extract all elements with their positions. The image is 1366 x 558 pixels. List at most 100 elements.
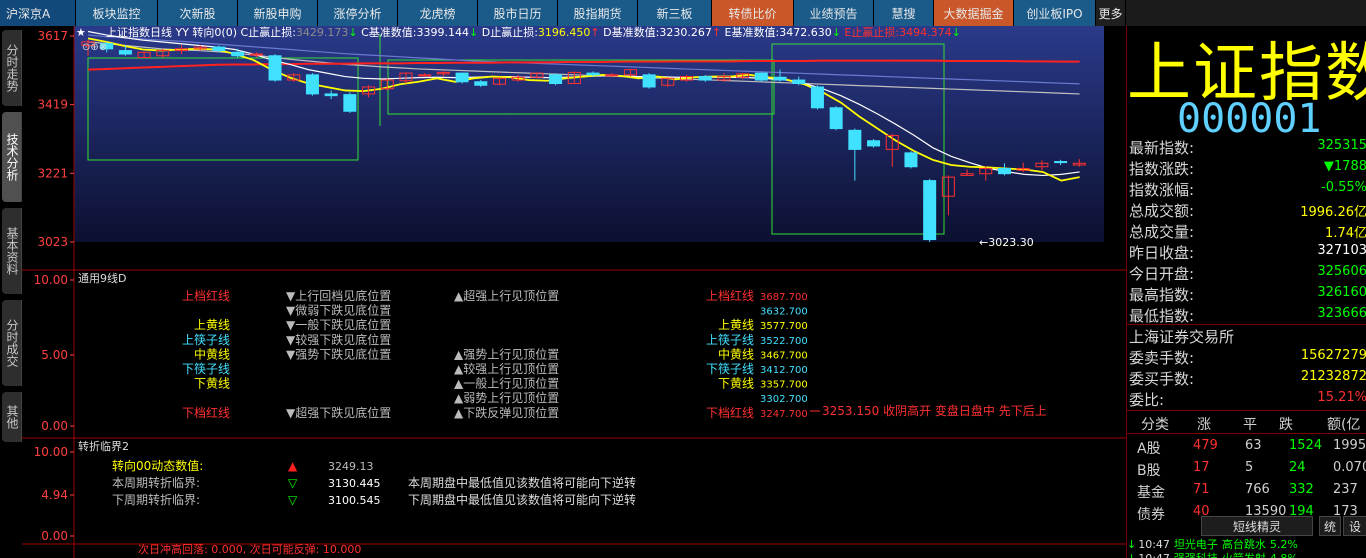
market-header-cell: 分类 <box>1141 417 1169 433</box>
header-seg: C基准数值: <box>358 26 417 39</box>
panel9-label-left: 下筷子线 <box>182 361 230 376</box>
header-seg: 3399.144 <box>417 26 470 39</box>
panel9-y-tick: 10.00 <box>34 273 68 287</box>
left-tab-0[interactable]: 分时走势 <box>2 30 22 106</box>
panel9-desc-down: ▼超强下跌见底位置 <box>286 405 391 420</box>
quote-panel: 上证指数 000001 最新指数: 325315 指数涨跌: ▼1788 指数涨幅: -0… <box>1126 26 1366 558</box>
panel9-desc-down: ▼上行回档见底位置 <box>286 288 391 303</box>
nav-tab-2[interactable]: 次新股 <box>158 0 238 26</box>
market-row: A股 479 63 1524 1995 <box>1127 435 1366 457</box>
quote-label: 今日开盘: <box>1129 265 1195 283</box>
candle <box>829 106 843 131</box>
left-tab-4[interactable]: 其他 <box>2 392 22 442</box>
tick-name: 强强科技 <box>1174 552 1218 558</box>
triangle-up-icon: ▲ <box>288 459 298 473</box>
panel9-y-tick: 5.00 <box>41 348 68 362</box>
header-seg: ↓ <box>952 26 961 39</box>
nav-tab-14[interactable]: 更多 <box>1096 0 1126 26</box>
quote-row: 指数涨幅: -0.55% <box>1127 178 1366 199</box>
panel9-value: 3632.700 <box>760 307 808 318</box>
header-seg: 3472.630 <box>779 26 832 39</box>
panel9-label-right: 上黄线 <box>718 318 754 332</box>
market-cell-flat: 766 <box>1245 482 1270 497</box>
nav-tab-4[interactable]: 涨停分析 <box>318 0 398 26</box>
header-seg: ↓ <box>348 26 357 39</box>
order-row: 委买手数: 21232872 <box>1127 367 1366 388</box>
quote-row: 最低指数: 323666 <box>1127 304 1366 325</box>
candle <box>305 73 319 96</box>
exchange-row: 上海证券交易所 <box>1127 325 1366 346</box>
panel2-y-tick: 10.00 <box>34 445 68 459</box>
quote-bottom-tab-0[interactable]: 短线精灵 <box>1201 516 1313 536</box>
panel9-label-left: 中黄线 <box>194 346 230 361</box>
panel9-desc-down: ▼一般下跌见底位置 <box>286 317 391 332</box>
nav-tab-13[interactable]: 创业板IPO <box>1014 0 1096 26</box>
panel9-label-right: 上档红线 <box>706 288 754 303</box>
nav-tab-8[interactable]: 新三板 <box>638 0 712 26</box>
market-cell-up: 17 <box>1193 460 1210 475</box>
star-icon: ★ <box>76 26 86 39</box>
candle <box>867 139 881 148</box>
nav-tab-5[interactable]: 龙虎榜 <box>398 0 478 26</box>
nav-tab-7[interactable]: 股指期货 <box>558 0 638 26</box>
panel2-row-label: 本周期转折临界: <box>112 475 200 490</box>
header-seg: YY 转向0(0) <box>172 26 241 39</box>
nav-tab-0[interactable]: 沪深京A <box>0 0 76 26</box>
quote-value: 325606 <box>1317 264 1366 279</box>
quote-bottom-tab-2[interactable]: 设 <box>1343 516 1366 536</box>
candle <box>754 72 768 82</box>
market-cell-up: 71 <box>1193 482 1210 497</box>
nav-tab-3[interactable]: 新股申购 <box>238 0 318 26</box>
panel9-label-right: 下筷子线 <box>706 361 754 376</box>
app-window: { "nav": [ {"label":"沪深京A","w":76,"style… <box>0 0 1366 558</box>
tick-row[interactable]: ↓10:47 强强科技火箭发射 4.8% <box>1127 550 1366 558</box>
panel9-label-right: 下档红线 <box>706 405 754 420</box>
chart-area: 3617 3419 3221 3023 ←3023.30 ★ 上证指数日线 YY 转向0(0… <box>22 26 1126 558</box>
panel9-desc-up: ▲强势上行见顶位置 <box>454 346 559 361</box>
low-price-label: ←3023.30 <box>979 236 1034 249</box>
quote-label: 指数涨跌: <box>1129 160 1195 178</box>
panel9-label-left: 上筷子线 <box>182 332 230 347</box>
nav-tab-11[interactable]: 慧搜 <box>874 0 934 26</box>
left-tab-1[interactable]: 技术分析 <box>2 112 22 202</box>
market-cell-down: 332 <box>1289 482 1314 497</box>
nav-tab-10[interactable]: 业绩预告 <box>794 0 874 26</box>
left-tab-2[interactable]: 基本资料 <box>2 208 22 294</box>
panel2-bottom-text: 次日冲高回落: 0.000, 次日可能反弹: 10.000 <box>138 542 361 556</box>
quote-value: 326160 <box>1317 285 1366 300</box>
market-cell-flat: 5 <box>1245 460 1254 475</box>
candle <box>810 85 824 110</box>
quote-bottom-tab-1[interactable]: 统 <box>1319 516 1341 536</box>
quote-label: 总成交量: <box>1129 223 1195 241</box>
left-view-tabs: 分时走势技术分析基本资料分时成交其他 <box>0 26 22 558</box>
nav-tab-9[interactable]: 转债比价 <box>712 0 794 26</box>
quote-value: 1.74亿 <box>1325 226 1366 241</box>
panel2-row-value: 3100.545 <box>328 494 381 507</box>
header-seg: 3230.267 <box>659 26 712 39</box>
market-cell-cat: 债券 <box>1137 507 1165 523</box>
candlestick-chart: 3617 3419 3221 3023 ←3023.30 ★ 上证指数日线 YY 转向0(0… <box>22 26 1126 558</box>
candle <box>904 151 918 169</box>
market-cell-down: 1524 <box>1289 438 1323 453</box>
header-seg: 上证指数日线 <box>106 26 172 39</box>
nav-tab-6[interactable]: 股市日历 <box>478 0 558 26</box>
order-value: 15.21% <box>1317 390 1366 405</box>
panel9-value: 3412.700 <box>760 365 808 376</box>
panel9-desc-down: ▼微弱下跌见底位置 <box>286 303 391 318</box>
y-tick-label: 3023 <box>37 235 68 249</box>
market-cell-amt: 0.070 <box>1333 460 1366 475</box>
order-value: 21232872 <box>1300 369 1366 384</box>
panel2-title: 转折临界2 <box>78 439 129 453</box>
market-row: 基金 71 766 332 237 <box>1127 479 1366 501</box>
header-seg: D止赢止损: <box>478 26 538 39</box>
y-tick-label: 3419 <box>37 98 68 112</box>
market-cell-cat: B股 <box>1137 463 1161 479</box>
left-tab-3[interactable]: 分时成交 <box>2 300 22 386</box>
market-header-cell: 跌 <box>1279 417 1293 433</box>
chart-tool-icons: ⊙⊕⊗ <box>82 42 107 53</box>
order-label: 委买手数: <box>1129 370 1195 388</box>
panel9-value: 3247.700 <box>760 409 808 420</box>
nav-tab-12[interactable]: 大数据掘金 <box>934 0 1014 26</box>
panel9-label-right: 中黄线 <box>718 346 754 361</box>
nav-tab-1[interactable]: 板块监控 <box>76 0 158 26</box>
